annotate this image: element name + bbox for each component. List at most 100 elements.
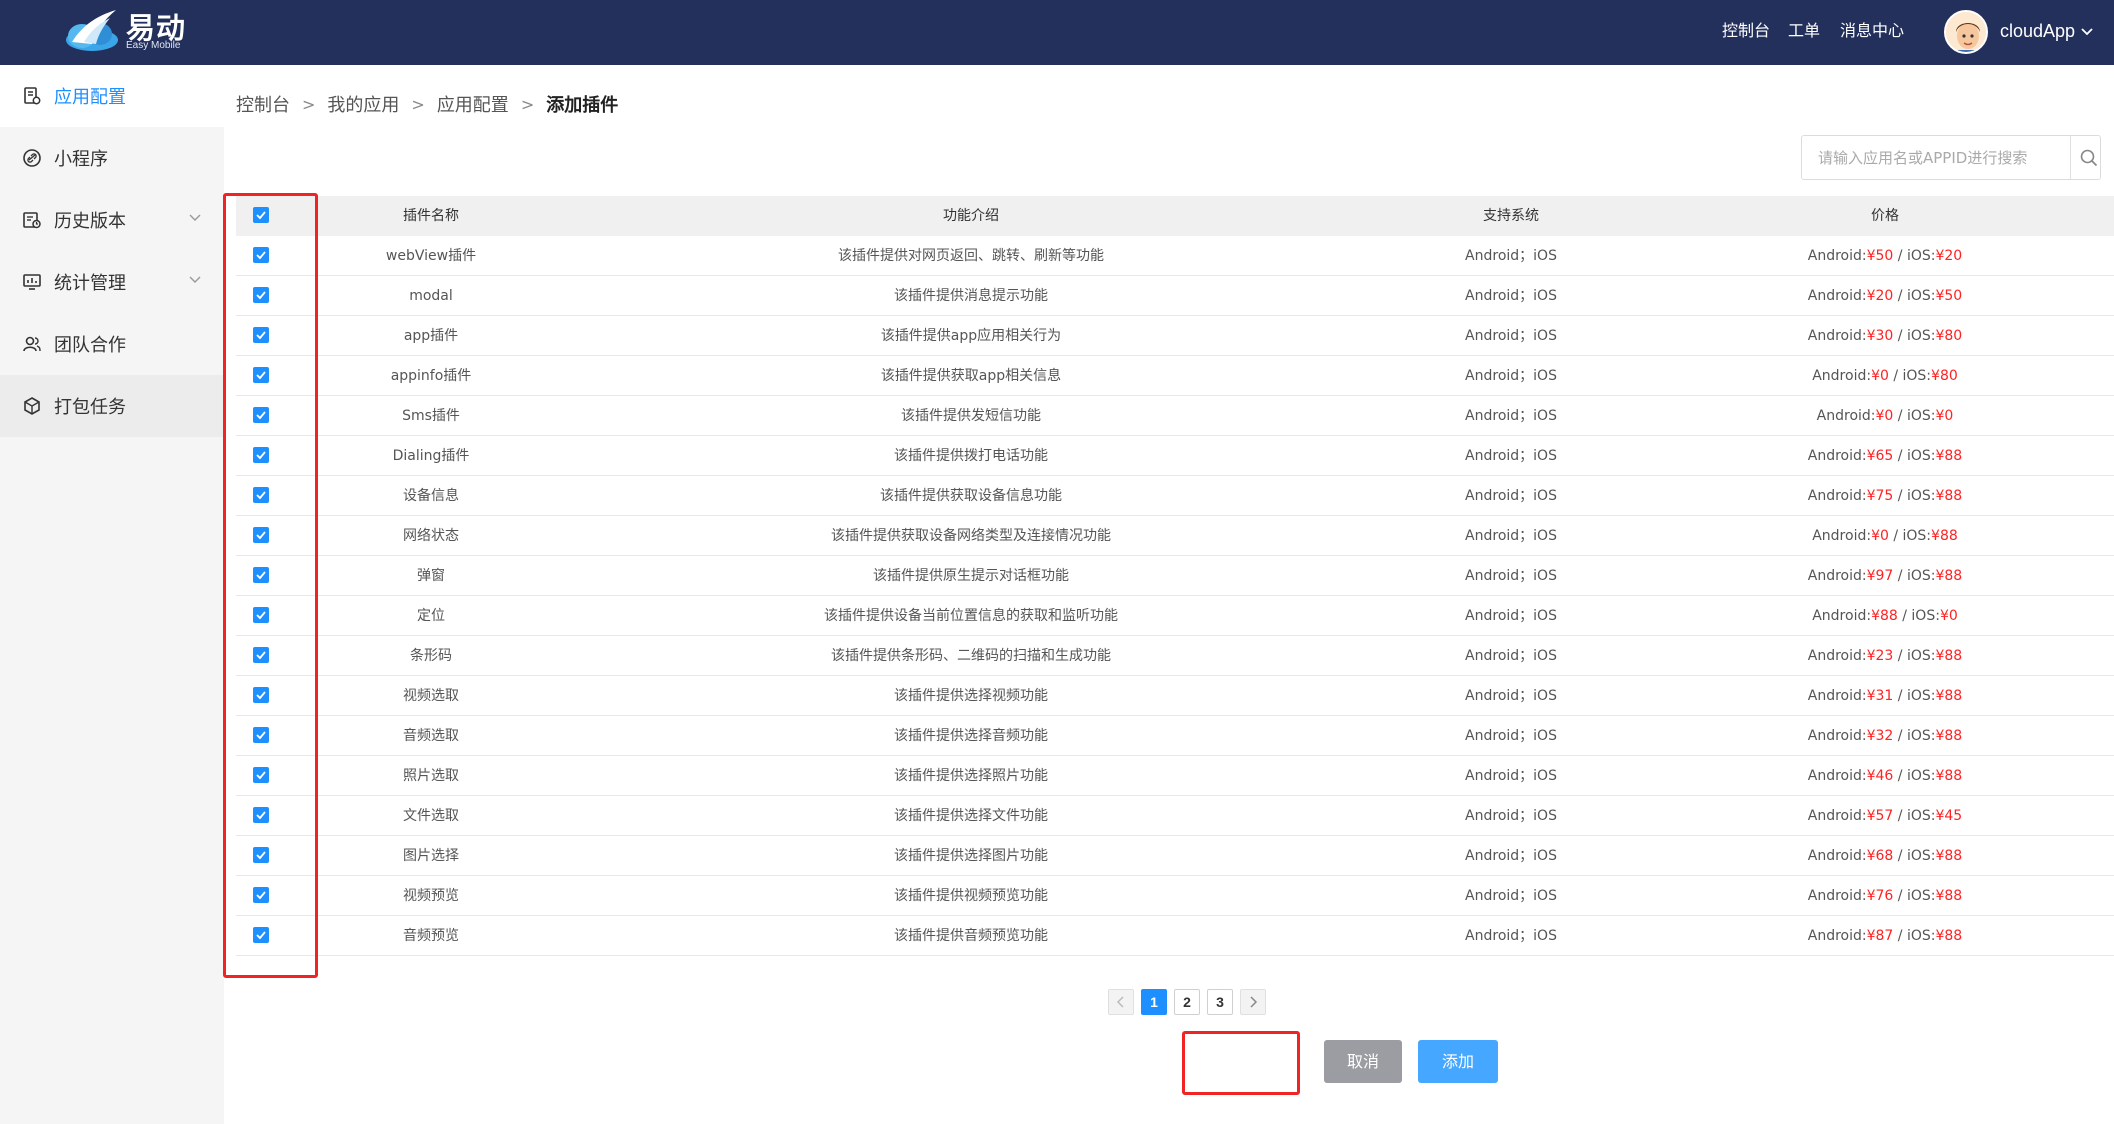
select-all-cell [236,196,286,236]
android-label: Android: [1807,888,1867,904]
ios-label: iOS: [1906,448,1936,464]
ios-label: iOS: [1906,568,1936,584]
ios-label: iOS: [1906,928,1936,944]
brand-logo[interactable]: 易动 Easy Mobile [62,4,202,56]
ios-price: ¥50 [1935,288,1963,304]
row-checkbox[interactable] [253,807,269,823]
breadcrumb-console[interactable]: 控制台 [236,91,290,117]
row-checkbox[interactable] [253,607,269,623]
android-price: ¥20 [1866,288,1894,304]
plugin-os: Android；iOS [1465,328,1557,344]
row-checkbox-cell [236,476,286,516]
pagination-next[interactable] [1240,989,1266,1015]
row-checkbox[interactable] [253,887,269,903]
ios-price: ¥0 [1939,608,1958,624]
sidebar-item-statistics[interactable]: 统计管理 [0,251,224,313]
topnav-messages[interactable]: 消息中心 [1840,0,1904,65]
row-checkbox[interactable] [253,487,269,503]
plugin-name: 设备信息 [403,488,459,504]
android-label: Android: [1816,408,1876,424]
add-button[interactable]: 添加 [1418,1040,1498,1083]
sidebar-item-label: 应用配置 [54,87,126,108]
row-checkbox[interactable] [253,367,269,383]
table-header: 插件名称 功能介绍 支持系统 价格 [236,196,2114,236]
row-checkbox-cell [236,716,286,756]
android-label: Android: [1807,848,1867,864]
sidebar-item-history[interactable]: 历史版本 [0,189,224,251]
android-price: ¥88 [1871,608,1898,624]
breadcrumb-app-config[interactable]: 应用配置 [437,91,509,117]
sidebar-item-app-config[interactable]: 应用配置 [0,65,224,127]
avatar[interactable] [1944,10,1988,54]
select-all-checkbox[interactable] [253,207,269,223]
row-checkbox[interactable] [253,407,269,423]
plugin-os: Android；iOS [1465,728,1557,744]
plugin-price: Android:¥50 / iOS:¥20 [1656,236,2114,276]
topnav-console[interactable]: 控制台 [1722,0,1770,65]
highlight-add-button [1182,1031,1300,1095]
pagination-page-3[interactable]: 3 [1207,989,1233,1015]
android-price: ¥0 [1875,408,1894,424]
main-content: 控制台 > 我的应用 > 应用配置 > 添加插件 插件名称 功能介绍 支持系统 … [223,65,2114,1124]
check-icon [256,491,266,500]
username[interactable]: cloudApp [2000,0,2075,62]
ios-price: ¥88 [1935,448,1963,464]
row-checkbox[interactable] [253,847,269,863]
ios-price: ¥80 [1931,368,1958,384]
pagination-prev[interactable] [1108,989,1134,1015]
plugin-name: 视频选取 [403,688,459,704]
row-checkbox[interactable] [253,767,269,783]
search-input[interactable] [1802,136,2070,179]
plugin-description: 该插件提供发短信功能 [901,408,1041,424]
plugin-name: Sms插件 [402,408,460,424]
android-label: Android: [1807,448,1867,464]
plugin-price: Android:¥65 / iOS:¥88 [1656,436,2114,476]
row-checkbox[interactable] [253,647,269,663]
ios-label: iOS: [1906,848,1936,864]
pagination-page-1[interactable]: 1 [1141,989,1167,1015]
sidebar-item-team[interactable]: 团队合作 [0,313,224,375]
check-icon [256,291,266,300]
chevron-left-icon [1116,996,1124,1008]
plugin-os: Android；iOS [1465,808,1557,824]
sidebar-item-label: 小程序 [54,149,108,170]
sidebar-item-package-tasks[interactable]: 打包任务 [0,375,224,437]
plugin-os: Android；iOS [1465,568,1557,584]
check-icon [256,331,266,340]
pagination-page-2[interactable]: 2 [1174,989,1200,1015]
chevron-right-icon: > [302,94,316,114]
ios-price: ¥88 [1935,728,1963,744]
search-divider [2070,136,2071,179]
plugin-name: 图片选择 [403,848,459,864]
row-checkbox[interactable] [253,447,269,463]
row-checkbox[interactable] [253,247,269,263]
plugin-description: 该插件提供选择音频功能 [894,728,1048,744]
chevron-down-icon[interactable] [2080,26,2094,38]
plugin-price: Android:¥23 / iOS:¥88 [1656,636,2114,676]
row-checkbox[interactable] [253,287,269,303]
search-icon[interactable] [2079,148,2099,168]
price-separator: / [1897,928,1903,944]
row-checkbox[interactable] [253,567,269,583]
row-checkbox[interactable] [253,927,269,943]
plugin-os: Android；iOS [1465,448,1557,464]
topnav-ticket[interactable]: 工单 [1788,0,1820,65]
sidebar-item-mini-program[interactable]: 小程序 [0,127,224,189]
row-checkbox[interactable] [253,687,269,703]
plugin-price: Android:¥88 / iOS:¥0 [1656,596,2114,636]
row-checkbox[interactable] [253,527,269,543]
sidebar-item-label: 团队合作 [54,335,126,356]
row-checkbox-cell [236,836,286,876]
price-separator: / [1897,448,1903,464]
check-icon [256,851,266,860]
row-checkbox-cell [236,356,286,396]
plugin-price: Android:¥31 / iOS:¥88 [1656,676,2114,716]
avatar-icon [1946,12,1986,52]
row-checkbox-cell [236,876,286,916]
breadcrumb-my-apps[interactable]: 我的应用 [327,91,399,117]
row-checkbox[interactable] [253,327,269,343]
plugin-os: Android；iOS [1465,768,1557,784]
plugin-name: 音频选取 [403,728,459,744]
cancel-button[interactable]: 取消 [1324,1040,1402,1083]
row-checkbox[interactable] [253,727,269,743]
